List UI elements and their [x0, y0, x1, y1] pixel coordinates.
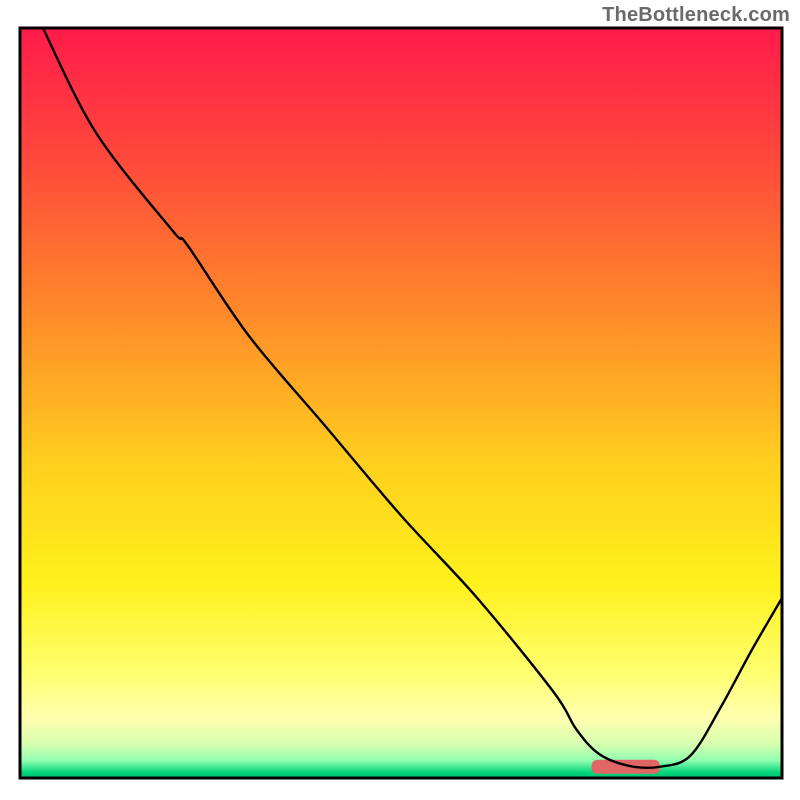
bottleneck-chart	[0, 0, 800, 800]
plot-background	[20, 28, 782, 778]
chart-container: TheBottleneck.com	[0, 0, 800, 800]
